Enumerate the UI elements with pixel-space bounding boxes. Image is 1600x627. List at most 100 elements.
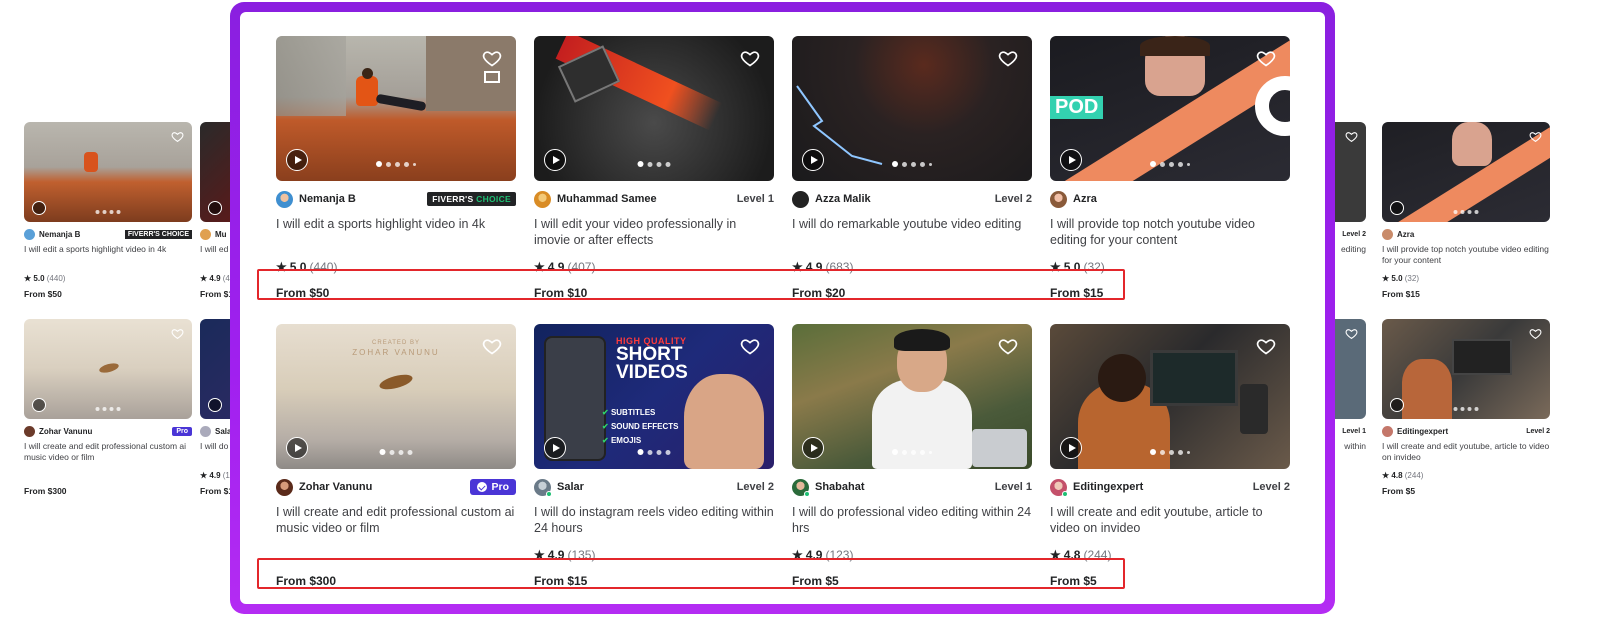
avatar[interactable] [200,228,211,240]
heart-icon[interactable] [740,48,760,68]
gig-card[interactable]: Nemanja B FIVERR'S CHOICE I will edit a … [276,36,516,300]
play-icon[interactable] [1390,398,1404,412]
gig-title[interactable]: I will create and edit youtube, article … [1382,441,1550,465]
gig-title[interactable]: I will edit a sports highlight video in … [276,217,516,249]
gig-title[interactable]: I will create and edit professional cust… [24,441,192,465]
avatar[interactable] [276,190,293,208]
gig-thumbnail[interactable] [276,36,516,181]
heart-icon[interactable] [740,336,760,356]
seller-name[interactable]: Shabahat [815,481,865,493]
play-icon[interactable] [1060,149,1082,171]
heart-icon[interactable] [1345,130,1358,143]
gig-thumbnail[interactable] [1050,324,1290,469]
seller-name[interactable]: Editingexpert [1397,427,1448,436]
carousel-dots[interactable] [1453,210,1479,214]
gig-thumbnail[interactable]: HIGH QUALITY SHORT VIDEOS ✔ SUBTITLES ✔ … [534,324,774,469]
avatar[interactable] [1050,190,1067,208]
bg-gig-card[interactable]: Editingexpert Level 2 I will create and … [1382,319,1550,496]
gig-card[interactable]: CREATED BY ZOHAR VANUNU Zohar Vanunu Pro… [276,324,516,588]
avatar[interactable] [1050,478,1068,497]
gig-thumbnail[interactable]: CREATED BY ZOHAR VANUNU [276,324,516,469]
carousel-dots[interactable] [1453,407,1479,411]
avatar[interactable] [1382,425,1393,437]
seller-name[interactable]: Zohar Vanunu [299,481,372,493]
price[interactable]: From $300 [24,486,192,496]
heart-icon[interactable] [998,336,1018,356]
play-icon[interactable] [544,149,566,171]
gig-title[interactable]: I will create and edit youtube, article … [1050,505,1290,537]
play-icon[interactable] [286,149,308,171]
gig-thumbnail[interactable] [792,36,1032,181]
gig-thumbnail[interactable] [1333,122,1366,222]
avatar[interactable] [1382,228,1393,240]
gig-title[interactable]: I will do remarkable youtube video editi… [792,217,1032,249]
avatar[interactable] [534,478,552,497]
gig-title[interactable]: I will do instagram reels video editing … [534,505,774,537]
gig-card[interactable]: Muhammad Samee Level 1 I will edit your … [534,36,774,300]
carousel-dots[interactable] [1150,449,1190,455]
gig-thumbnail[interactable]: POD [1050,36,1290,181]
play-icon[interactable] [208,201,222,215]
carousel-dots[interactable] [637,161,671,167]
heart-icon[interactable] [998,48,1018,68]
avatar[interactable] [200,425,211,437]
carousel-dots[interactable] [376,161,416,167]
price[interactable]: From $15 [1382,289,1550,299]
seller-name[interactable]: Zohar Vanunu [39,427,92,436]
avatar[interactable] [24,228,35,240]
seller-name[interactable]: Mu [215,230,227,239]
bg-gig-card[interactable]: Nemanja B FIVERR'S CHOICE I will edit a … [24,122,192,299]
gig-title[interactable]: editing [1333,244,1366,268]
gig-card[interactable]: Shabahat Level 1 I will do professional … [792,324,1032,588]
gig-title[interactable]: I will do professional video editing wit… [792,505,1032,537]
play-icon[interactable] [802,437,824,459]
gig-title[interactable]: I will provide top notch youtube video e… [1382,244,1550,268]
heart-icon[interactable] [1529,327,1542,340]
carousel-dots[interactable] [95,407,121,411]
gig-thumbnail[interactable] [534,36,774,181]
avatar[interactable] [792,190,809,208]
seller-name[interactable]: Sala [215,427,231,436]
play-icon[interactable] [208,398,222,412]
seller-name[interactable]: Azra [1397,230,1414,239]
gig-title[interactable]: I will create and edit professional cust… [276,505,516,537]
price[interactable]: From $50 [24,289,192,299]
gig-card[interactable]: Editingexpert Level 2 I will create and … [1050,324,1290,588]
gig-thumbnail[interactable] [1382,319,1550,419]
heart-icon[interactable] [1256,48,1276,68]
carousel-dots[interactable] [95,210,121,214]
gig-title[interactable]: I will edit a sports highlight video in … [24,244,192,268]
play-icon[interactable] [1390,201,1404,215]
avatar[interactable] [534,190,551,208]
heart-icon[interactable] [1256,336,1276,356]
gig-card[interactable]: POD Azra I will provide top notch youtub… [1050,36,1290,300]
avatar[interactable] [276,478,293,496]
bg-gig-card[interactable]: Azra I will provide top notch youtube vi… [1382,122,1550,299]
carousel-dots[interactable] [1150,161,1190,167]
seller-name[interactable]: Azra [1073,193,1097,205]
bg-gig-card[interactable]: Zohar Vanunu Pro I will create and edit … [24,319,192,496]
bg-gig-card[interactable]: Level 2 editing [1333,122,1366,268]
heart-icon[interactable] [482,336,502,356]
heart-icon[interactable] [1345,327,1358,340]
carousel-dots[interactable] [892,449,932,455]
gig-thumbnail[interactable] [792,324,1032,469]
gig-title[interactable]: within [1333,441,1366,465]
heart-icon[interactable] [1529,130,1542,143]
gig-card[interactable]: Azza Malik Level 2 I will do remarkable … [792,36,1032,300]
gig-thumbnail[interactable] [24,319,192,419]
carousel-dots[interactable] [379,449,413,455]
avatar[interactable] [24,425,35,437]
seller-name[interactable]: Editingexpert [1073,481,1143,493]
gig-thumbnail[interactable] [1382,122,1550,222]
seller-name[interactable]: Nemanja B [299,193,356,205]
carousel-dots[interactable] [892,161,932,167]
avatar[interactable] [792,478,810,497]
gig-thumbnail[interactable] [1333,319,1366,419]
gig-card[interactable]: HIGH QUALITY SHORT VIDEOS ✔ SUBTITLES ✔ … [534,324,774,588]
play-icon[interactable] [1060,437,1082,459]
heart-icon[interactable] [482,48,502,68]
carousel-dots[interactable] [637,449,671,455]
heart-icon[interactable] [171,130,184,143]
seller-name[interactable]: Salar [557,481,584,493]
